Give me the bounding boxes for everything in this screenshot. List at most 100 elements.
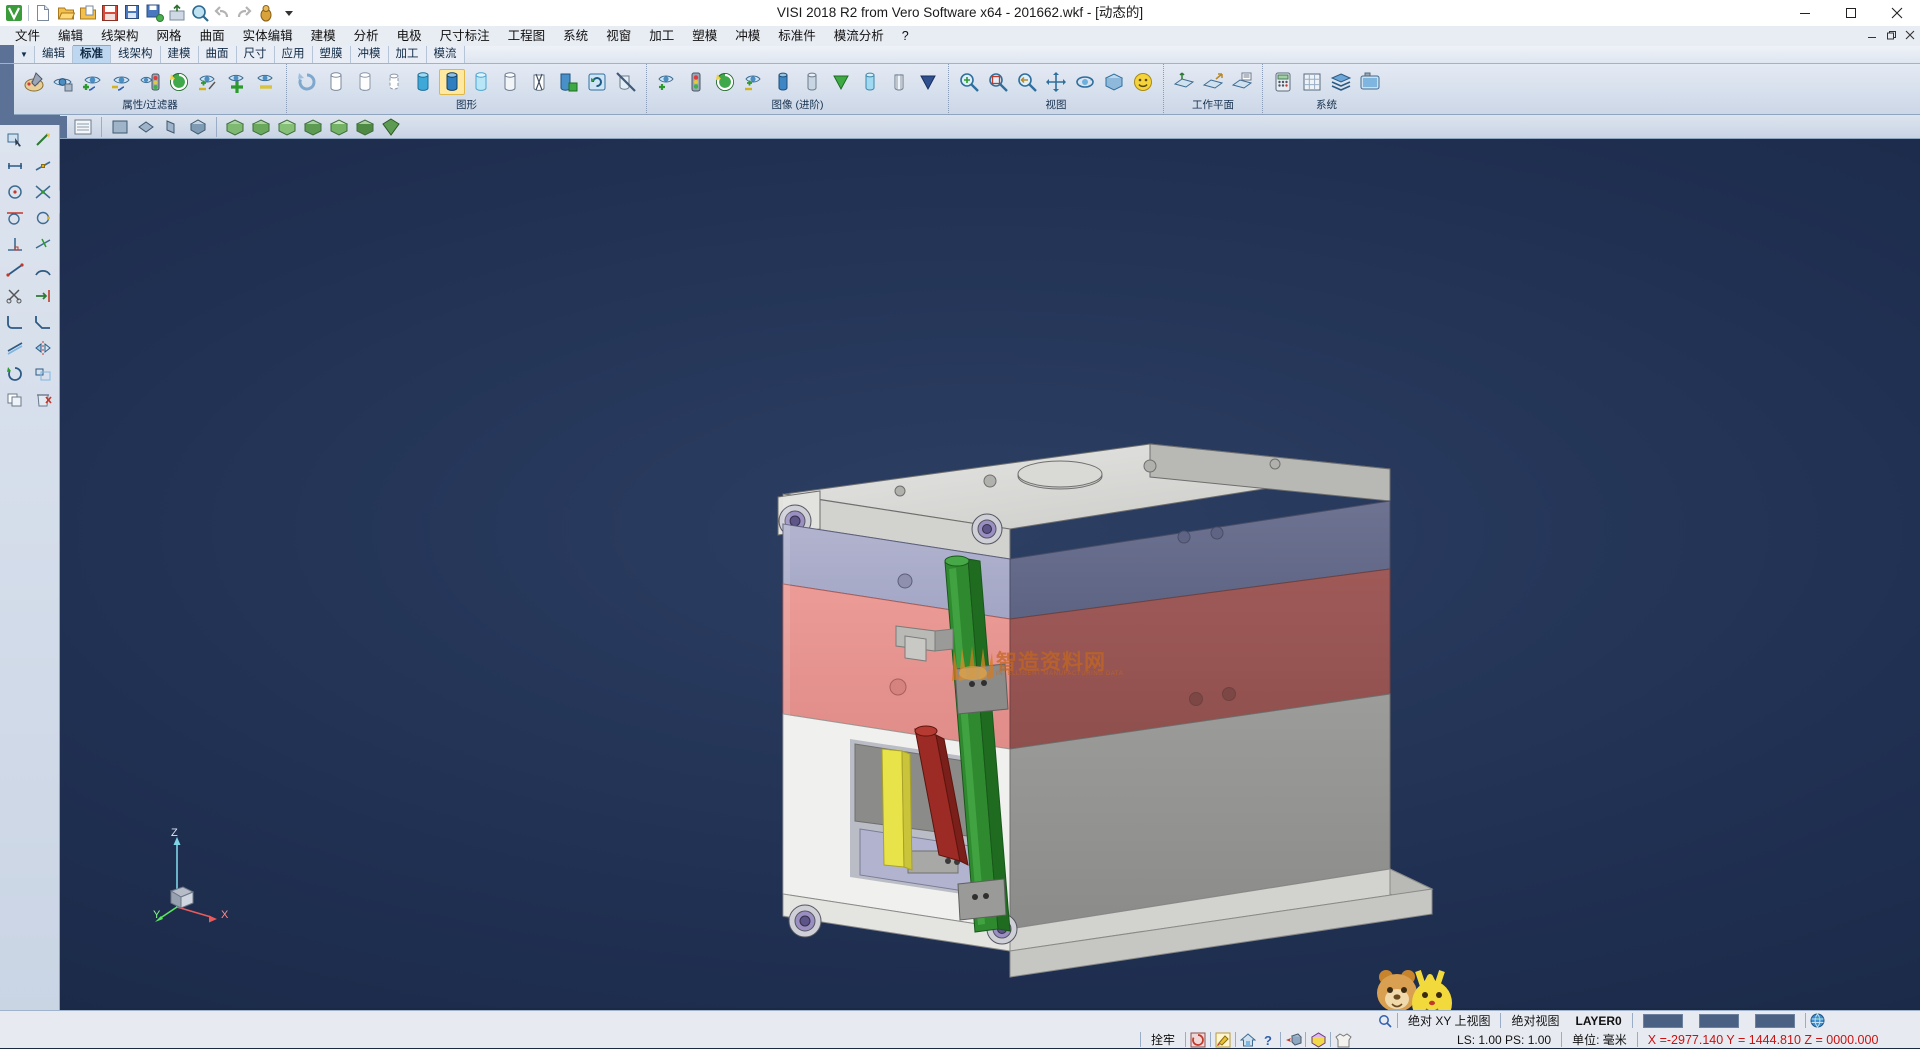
tab-dimension[interactable]: 尺寸 bbox=[237, 46, 275, 63]
trim-icon[interactable] bbox=[2, 284, 28, 308]
view-iso-4-icon[interactable] bbox=[300, 114, 326, 140]
rotate-icon[interactable] bbox=[1072, 69, 1098, 95]
tab-machining[interactable]: 加工 bbox=[389, 46, 427, 63]
palette-attributes-icon[interactable] bbox=[21, 69, 47, 95]
snap-midpoint-icon[interactable] bbox=[30, 154, 56, 178]
view-iso-7-icon[interactable] bbox=[378, 114, 404, 140]
traffic-light-filter-icon[interactable] bbox=[683, 69, 709, 95]
overflow-caret-icon[interactable] bbox=[278, 0, 300, 26]
export-icon[interactable] bbox=[166, 0, 188, 26]
new-file-icon[interactable] bbox=[32, 0, 54, 26]
layer-label[interactable]: LAYER0 bbox=[1567, 1011, 1629, 1030]
menu-standard-parts[interactable]: 标准件 bbox=[769, 27, 825, 46]
inner-minimize-icon[interactable] bbox=[1867, 29, 1878, 44]
pan-icon[interactable] bbox=[1043, 69, 1069, 95]
inner-close-icon[interactable] bbox=[1905, 29, 1916, 44]
menu-mould[interactable]: 塑模 bbox=[683, 27, 726, 46]
refresh-view-icon[interactable] bbox=[166, 69, 192, 95]
shade-b-icon[interactable] bbox=[799, 69, 825, 95]
shaded-edges-icon[interactable] bbox=[410, 69, 436, 95]
delete-entity-icon[interactable] bbox=[30, 388, 56, 412]
viewport-toolbar-handle[interactable] bbox=[60, 116, 67, 138]
view-iso-1-icon[interactable] bbox=[222, 114, 248, 140]
view-list-icon[interactable] bbox=[70, 114, 96, 140]
snap-intersection-icon[interactable] bbox=[30, 180, 56, 204]
section-icon[interactable] bbox=[526, 69, 552, 95]
scale-entity-icon[interactable] bbox=[30, 362, 56, 386]
zoom-all-icon[interactable] bbox=[985, 69, 1011, 95]
shade-d-icon[interactable] bbox=[857, 69, 883, 95]
highlight-icon[interactable] bbox=[1213, 1031, 1233, 1049]
hidden-line-icon[interactable] bbox=[352, 69, 378, 95]
view-front-icon[interactable] bbox=[107, 114, 133, 140]
save-all-icon[interactable] bbox=[144, 0, 166, 26]
view-shaded-1-icon[interactable] bbox=[185, 114, 211, 140]
absolute-view-label[interactable]: 绝对视图 bbox=[1503, 1011, 1567, 1030]
tab-wireframe[interactable]: 线架构 bbox=[111, 46, 161, 63]
select-entity-icon[interactable] bbox=[2, 128, 28, 152]
zoom-previous-icon[interactable] bbox=[1014, 69, 1040, 95]
tab-flow[interactable]: 模流 bbox=[427, 46, 465, 63]
fillet-icon[interactable] bbox=[2, 310, 28, 334]
search-icon[interactable] bbox=[1375, 1012, 1395, 1030]
entity-pick-icon[interactable] bbox=[1283, 1031, 1303, 1049]
mirror-icon[interactable] bbox=[30, 336, 56, 360]
transparent-icon[interactable] bbox=[468, 69, 494, 95]
tab-application[interactable]: 应用 bbox=[275, 46, 313, 63]
hide-minus-icon[interactable] bbox=[253, 69, 279, 95]
dynamic-rotate-icon[interactable] bbox=[1188, 1031, 1208, 1049]
menu-edit[interactable]: 编辑 bbox=[49, 27, 92, 46]
snap-tangent-icon[interactable] bbox=[2, 206, 28, 230]
tab-mould[interactable]: 塑膜 bbox=[313, 46, 351, 63]
shade-f-icon[interactable] bbox=[915, 69, 941, 95]
hidden-line-dashed-icon[interactable] bbox=[381, 69, 407, 95]
view-mode-label[interactable]: 绝对 XY 上视图 bbox=[1400, 1011, 1498, 1030]
close-icon[interactable] bbox=[1874, 0, 1920, 26]
calculator-icon[interactable] bbox=[1270, 69, 1296, 95]
rotate-entity-icon[interactable] bbox=[2, 362, 28, 386]
view-top-icon[interactable] bbox=[133, 114, 159, 140]
layer-manager-icon[interactable] bbox=[1328, 69, 1354, 95]
menu-surface[interactable]: 曲面 bbox=[191, 27, 234, 46]
menu-press[interactable]: 冲模 bbox=[726, 27, 769, 46]
menu-flow-analysis[interactable]: 模流分析 bbox=[825, 27, 893, 46]
view-iso-5-icon[interactable] bbox=[326, 114, 352, 140]
tab-surface[interactable]: 曲面 bbox=[199, 46, 237, 63]
menu-system[interactable]: 系统 bbox=[554, 27, 597, 46]
perspective-icon[interactable] bbox=[1101, 69, 1127, 95]
screen-capture-icon[interactable] bbox=[1357, 69, 1383, 95]
measure-distance-icon[interactable] bbox=[2, 154, 28, 178]
menu-machining[interactable]: 加工 bbox=[640, 27, 683, 46]
cad-3d-viewport[interactable]: 智造资料网 INTELLIGENT MANUFACTURING DATA Z bbox=[60, 139, 1920, 1008]
zoom-window-icon[interactable] bbox=[956, 69, 982, 95]
refresh-view-icon[interactable] bbox=[712, 69, 738, 95]
menu-analysis[interactable]: 分析 bbox=[345, 27, 388, 46]
workplane-new-icon[interactable] bbox=[1171, 69, 1197, 95]
visi-logo-icon[interactable] bbox=[3, 0, 25, 26]
view-iso-2-icon[interactable] bbox=[248, 114, 274, 140]
copy-entity-icon[interactable] bbox=[2, 388, 28, 412]
open-file-icon[interactable] bbox=[54, 0, 76, 26]
menu-solid-edit[interactable]: 实体编辑 bbox=[234, 27, 302, 46]
hide-remove-icon[interactable] bbox=[108, 69, 134, 95]
outline-icon[interactable] bbox=[497, 69, 523, 95]
chevron-down-icon[interactable]: ▼ bbox=[14, 46, 35, 63]
left-toolbar-handle[interactable] bbox=[0, 115, 60, 125]
color-swatch-1[interactable] bbox=[1635, 1011, 1691, 1030]
view-iso-3-icon[interactable] bbox=[274, 114, 300, 140]
color-swatch-3[interactable] bbox=[1747, 1011, 1803, 1030]
ribbon-drag-handle[interactable] bbox=[0, 45, 14, 63]
offset-icon[interactable] bbox=[2, 336, 28, 360]
help-icon[interactable]: ? bbox=[1258, 1031, 1278, 1049]
redo-icon[interactable] bbox=[233, 0, 255, 26]
toggle-visibility-icon[interactable] bbox=[741, 69, 767, 95]
save-icon[interactable] bbox=[99, 0, 121, 26]
minimize-icon[interactable] bbox=[1782, 0, 1828, 26]
extend-icon[interactable] bbox=[30, 284, 56, 308]
menu-window[interactable]: 视窗 bbox=[597, 27, 640, 46]
tab-edit[interactable]: 编辑 bbox=[35, 46, 73, 63]
no-shade-icon[interactable] bbox=[613, 69, 639, 95]
wireframe-icon[interactable] bbox=[323, 69, 349, 95]
save-as-icon[interactable] bbox=[121, 0, 143, 26]
menu-file[interactable]: 文件 bbox=[6, 27, 49, 46]
